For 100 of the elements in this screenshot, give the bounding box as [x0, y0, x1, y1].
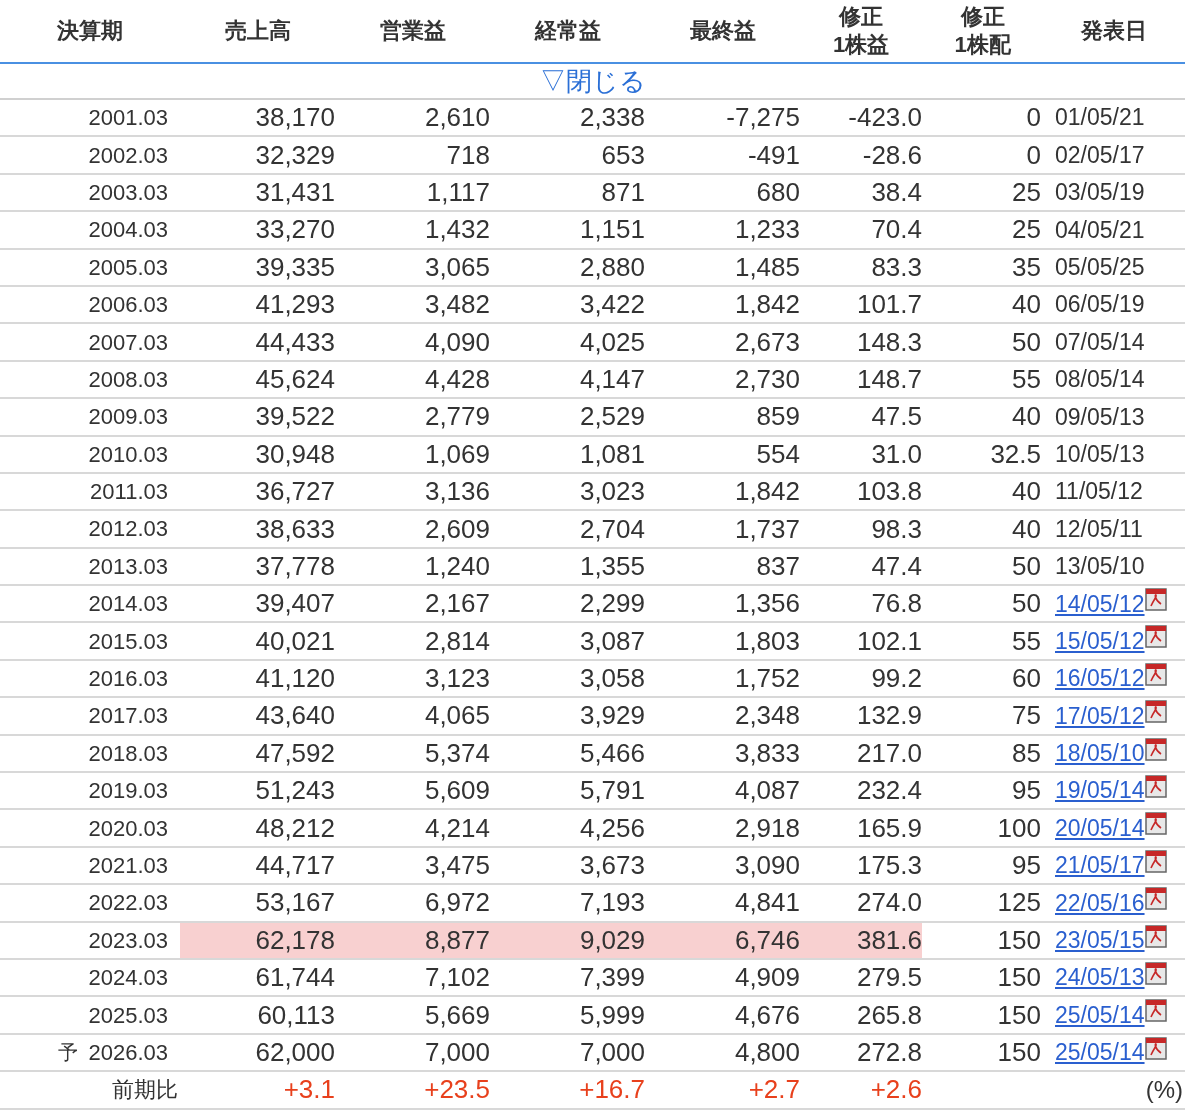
table-cell-text: 98.3: [871, 512, 922, 546]
pdf-icon[interactable]: [1144, 923, 1167, 948]
table-cell-text: 3,123: [424, 662, 490, 696]
date-link[interactable]: 24/05/13: [1055, 960, 1145, 995]
table-cell-text: 2026.03: [88, 1038, 168, 1067]
pdf-icon[interactable]: [1144, 736, 1167, 761]
pdf-icon[interactable]: [1144, 848, 1167, 873]
table-cell-text: 4,087: [734, 774, 800, 808]
table-cell-text: 36,727: [255, 475, 335, 509]
table-cell-text: 3,023: [579, 475, 645, 509]
pdf-icon[interactable]: [1144, 886, 1167, 911]
table-cell-text: 150: [997, 961, 1041, 995]
table-cell-text: 4,841: [734, 886, 800, 920]
table-cell-text: 99.2: [871, 662, 922, 696]
table-cell-text: -28.6: [862, 138, 922, 172]
table-cell-text: 2008.03: [88, 365, 168, 394]
table-cell-text: 1,737: [734, 512, 800, 546]
table-cell-text: 837: [756, 549, 800, 583]
table-cell-text: 39,335: [255, 250, 335, 284]
table-cell-text: 30,948: [255, 437, 335, 471]
table-cell-text: 2002.03: [88, 141, 168, 170]
pdf-icon[interactable]: [1144, 587, 1167, 612]
table-cell-text: 2,673: [734, 325, 800, 359]
table-cell-text: 3,929: [579, 699, 645, 733]
table-cell-text: 50: [1012, 587, 1041, 621]
table-cell-text: 61,744: [255, 961, 335, 995]
table-cell-text: 40,021: [255, 624, 335, 658]
table-cell-text: 2012.03: [88, 515, 168, 544]
date-link[interactable]: 25/05/14: [1055, 1035, 1145, 1070]
unit-label: (%): [1145, 1074, 1183, 1105]
date-link[interactable]: 14/05/12: [1055, 586, 1145, 621]
column-header: 売上高: [224, 17, 291, 45]
table-cell-text: 3,482: [424, 288, 490, 322]
table-cell-text: 2,299: [579, 587, 645, 621]
pdf-icon[interactable]: [1144, 811, 1167, 836]
pdf-icon[interactable]: [1144, 998, 1167, 1023]
table-cell-text: 38.4: [871, 176, 922, 209]
date-link[interactable]: 20/05/14: [1055, 810, 1145, 846]
table-cell-text: 175.3: [856, 849, 922, 882]
pdf-icon[interactable]: [1144, 699, 1167, 724]
table-cell-text: 2004.03: [88, 216, 168, 245]
table-cell-text: 2,529: [579, 400, 645, 434]
table-cell-text: 274.0: [856, 886, 922, 920]
table-cell-text: -423.0: [848, 101, 922, 135]
table-cell-text: 5,374: [424, 736, 490, 770]
table-cell-text: 40: [1012, 288, 1041, 322]
table-cell-text: 2,610: [424, 101, 490, 135]
date-link[interactable]: 25/05/14: [1055, 997, 1145, 1033]
table-cell-text: 25: [1012, 176, 1041, 209]
table-cell-text: +2.7: [748, 1073, 800, 1107]
table-cell-text: 48,212: [255, 811, 335, 845]
table-cell-text: 2,779: [424, 400, 490, 434]
table-cell-text: 3,136: [424, 475, 490, 509]
table-cell-text: 1,842: [734, 288, 800, 322]
table-cell-text: 02/05/17: [1055, 140, 1145, 170]
table-cell-text: 39,522: [255, 400, 335, 434]
date-link[interactable]: 15/05/12: [1055, 623, 1145, 659]
table-cell-text: 718: [446, 138, 490, 172]
date-link[interactable]: 23/05/15: [1055, 923, 1145, 958]
date-link[interactable]: 22/05/16: [1055, 885, 1145, 921]
table-cell-text: 102.1: [856, 624, 922, 658]
table-cell-text: 3,065: [424, 250, 490, 284]
table-cell-text: 4,909: [734, 961, 800, 995]
collapse-link[interactable]: ▽閉じる: [539, 61, 646, 101]
pdf-icon[interactable]: [1144, 624, 1167, 649]
table-cell-text: 2,348: [734, 699, 800, 733]
table-cell-text: 2022.03: [88, 889, 168, 918]
table-cell-text: 06/05/19: [1055, 290, 1145, 320]
table-cell-text: 6,746: [734, 923, 800, 957]
pdf-icon[interactable]: [1144, 774, 1167, 799]
date-link[interactable]: 19/05/14: [1055, 773, 1145, 808]
table-cell-text: 2,918: [734, 811, 800, 845]
date-link[interactable]: 17/05/12: [1055, 698, 1145, 734]
table-cell-text: 08/05/14: [1055, 365, 1145, 395]
table-cell-text: 95: [1012, 774, 1041, 808]
table-cell-text: 232.4: [856, 774, 922, 808]
table-cell-text: 25: [1012, 213, 1041, 247]
table-cell-text: 125: [997, 886, 1041, 920]
table-cell-text: 5,609: [424, 774, 490, 808]
table-cell-text: 1,356: [734, 587, 800, 621]
table-cell-text: 44,717: [255, 849, 335, 882]
pdf-icon[interactable]: [1144, 1035, 1167, 1060]
date-link[interactable]: 21/05/17: [1055, 848, 1145, 883]
table-cell-text: 32.5: [990, 437, 1041, 471]
table-cell-text: 132.9: [856, 699, 922, 733]
table-cell-text: 2021.03: [88, 852, 168, 880]
table-cell-text: 85: [1012, 736, 1041, 770]
date-link[interactable]: 18/05/10: [1055, 736, 1145, 771]
table-cell-text: 13/05/10: [1055, 552, 1145, 582]
table-cell-text: 4,025: [579, 325, 645, 359]
table-cell-text: 41,293: [255, 288, 335, 322]
table-cell-text: 1,432: [424, 213, 490, 247]
pdf-icon[interactable]: [1144, 961, 1167, 985]
table-cell-text: 83.3: [871, 250, 922, 284]
column-header: 最終益: [689, 17, 756, 45]
column-header: 営業益: [379, 17, 446, 45]
date-link[interactable]: 16/05/12: [1055, 661, 1145, 696]
table-cell-text: 1,233: [734, 213, 800, 247]
pdf-icon[interactable]: [1144, 661, 1167, 686]
table-cell-text: 2017.03: [88, 702, 168, 731]
